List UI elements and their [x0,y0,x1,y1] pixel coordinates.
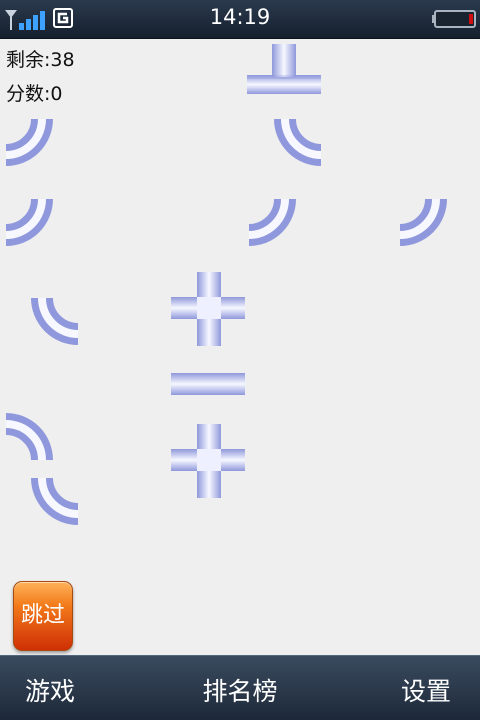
remaining-count: 剩余:38 [6,49,75,71]
pipe-tee-top[interactable] [247,44,321,94]
pipe-elbow-4[interactable] [248,198,296,246]
status-bar: 14:19 [0,0,480,39]
pipe-elbow-2[interactable] [274,118,322,166]
pipe-cross-1[interactable] [171,272,245,346]
pipe-cross-2[interactable] [171,424,245,498]
pipe-elbow-3[interactable] [5,198,53,246]
skip-button[interactable]: 跳过 [13,581,73,651]
pipe-elbow-7[interactable] [5,413,53,461]
battery-icon [432,10,476,28]
pipe-elbow-5[interactable] [399,198,447,246]
nav-settings[interactable]: 设置 [401,672,451,708]
score-display: 分数:0 [6,83,63,105]
game-board[interactable] [0,42,480,582]
pipe-elbow-8[interactable] [31,477,79,525]
status-time: 14:19 [209,5,271,29]
pipe-elbow-6[interactable] [31,297,79,345]
game-screen: 14:19 剩余:38 分数:0 跳过 游戏 排名榜 设置 [0,0,480,720]
pipe-elbow-1[interactable] [5,118,53,166]
pipe-straight-1[interactable] [171,373,245,395]
bottom-nav: 游戏 排名榜 设置 [0,655,480,720]
